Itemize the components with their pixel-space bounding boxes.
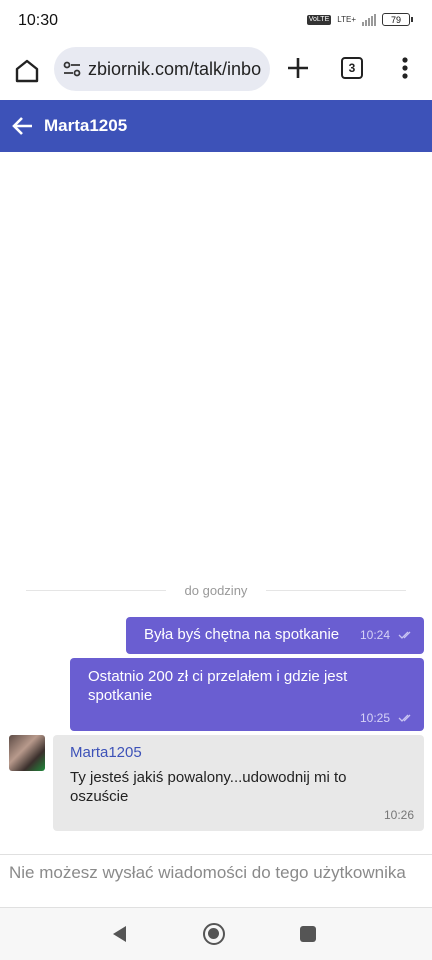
signal-icon [362,13,376,26]
volte-badge: VoLTE [306,14,332,25]
double-check-icon [398,631,411,639]
status-time: 10:30 [18,12,59,29]
circle-home-icon[interactable] [203,923,225,945]
status-icons: VoLTE LTE+ 79 [306,13,413,26]
message-bubble-outgoing[interactable]: Ostatnio 200 zł ci przelałem i gdzie jes… [70,658,424,731]
chat-title: Marta1205 [44,116,128,135]
url-bar[interactable]: zbiornik.com/talk/inbo [54,47,270,91]
tune-icon[interactable] [62,59,82,79]
back-button[interactable] [10,113,36,139]
double-check-icon [398,714,411,722]
message-text: Ty jesteś jakiś powalony...udowodnij mi … [70,769,347,805]
message-time: 10:25 [360,711,391,725]
home-button[interactable] [10,54,44,88]
plus-icon [288,58,308,78]
message-time: 10:24 [360,628,391,642]
more-vert-icon [402,57,408,79]
message-bubble-outgoing[interactable]: Była byś chętna na spotkanie 10:24 [126,617,424,654]
message-list[interactable]: do godziny Była byś chętna na spotkanie … [0,152,432,854]
status-bar: 10:30 VoLTE LTE+ 79 [0,0,432,44]
tab-switcher-button[interactable]: 3 [341,57,363,79]
composer-area: Nie możesz wysłać wiadomości do tego uży… [0,854,432,908]
chat-header: Marta1205 [0,100,432,152]
square-recents-icon[interactable] [300,926,316,942]
battery-icon: 79 [382,13,413,26]
home-icon [15,59,39,83]
message-bubble-incoming[interactable]: Marta1205 Ty jesteś jakiś powalony...udo… [53,735,424,831]
message-text: Była byś chętna na spotkanie [144,626,340,643]
browser-toolbar: zbiornik.com/talk/inbo 3 [0,44,432,100]
divider-line [266,590,406,591]
triangle-back-icon[interactable] [110,924,128,944]
message-text: Ostatnio 200 zł ci przelałem i gdzie jes… [88,668,348,704]
url-text: zbiornik.com/talk/inbo [88,59,262,79]
new-tab-button[interactable] [284,54,312,82]
cannot-send-notice: Nie możesz wysłać wiadomości do tego uży… [9,863,406,882]
date-divider: do godziny [26,582,406,598]
message-time: 10:26 [384,808,415,822]
message-sender[interactable]: Marta1205 [70,744,142,761]
arrow-left-icon [12,117,32,135]
system-navigation-bar [0,908,432,960]
network-type-label: LTE+ [337,15,356,24]
browser-menu-button[interactable] [395,54,415,82]
avatar[interactable] [9,735,45,771]
